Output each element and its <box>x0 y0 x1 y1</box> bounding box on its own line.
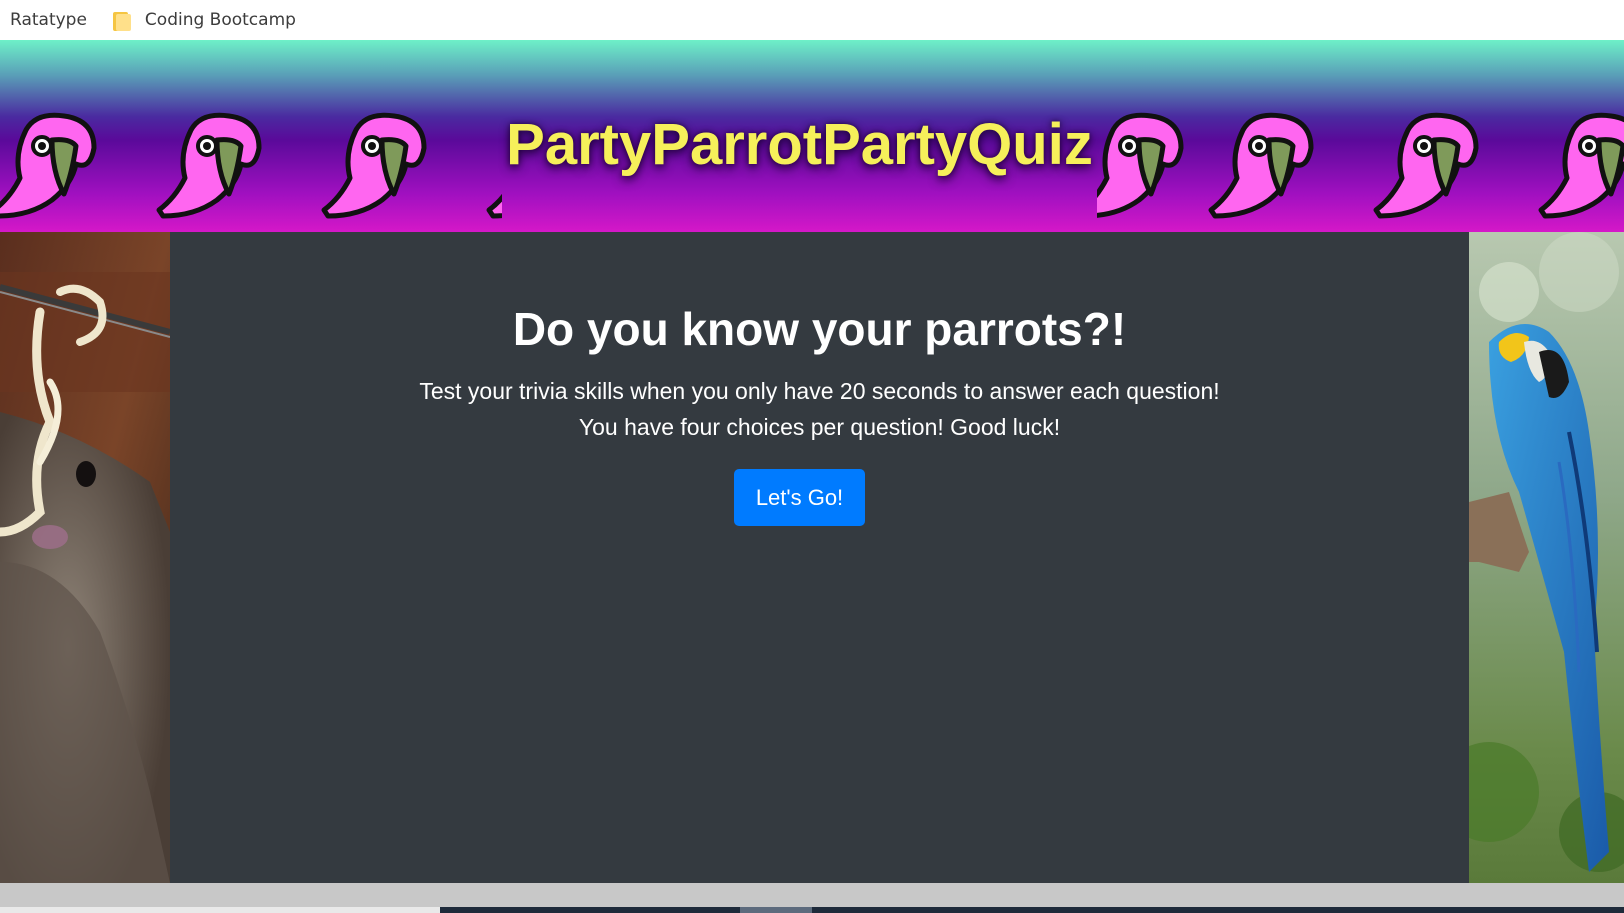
site-header: PartyParrotPartyQuiz <box>0 40 1624 232</box>
browser-viewport: Ratatype Coding Bootcamp PartyParrotPart… <box>0 0 1624 913</box>
parrot-icon <box>1097 115 1181 216</box>
folder-icon <box>112 10 131 31</box>
taskbar-strip <box>440 907 1624 913</box>
intro-heading: Do you know your parrots?! <box>512 303 1127 355</box>
bookmark-label: Ratatype <box>10 10 87 30</box>
parrot-icon <box>159 115 259 216</box>
party-parrot-banner-right <box>1097 112 1624 224</box>
main-area: Do you know your parrots?! Test your tri… <box>0 232 1624 883</box>
taskbar-active-item[interactable] <box>740 907 812 913</box>
parrot-icon <box>324 115 424 216</box>
parrot-icon <box>1541 115 1624 216</box>
intro-description-line-1: Test your trivia skills when you only ha… <box>419 378 1220 404</box>
bookmark-ratatype[interactable]: Ratatype <box>10 6 87 34</box>
blue-macaw-photo <box>1469 232 1624 883</box>
bookmark-label: Coding Bootcamp <box>144 10 296 30</box>
parrot-banner-right-graphic <box>1097 112 1624 224</box>
header-title-area: PartyParrotPartyQuiz <box>502 40 1097 232</box>
party-parrot-banner-left <box>0 112 502 224</box>
bookmarks-bar: Ratatype Coding Bootcamp <box>0 0 1624 40</box>
parrot-icon <box>1211 115 1311 216</box>
bird-eating-noodle-photo <box>0 232 170 883</box>
bookmark-coding-bootcamp[interactable]: Coding Bootcamp <box>112 6 296 34</box>
horizontal-scrollbar[interactable] <box>0 883 1624 913</box>
quiz-intro-panel: Do you know your parrots?! Test your tri… <box>170 232 1469 883</box>
parrot-icon <box>0 115 94 216</box>
intro-description-line-2: You have four choices per question! Good… <box>578 414 1061 440</box>
parrot-icon <box>1376 115 1476 216</box>
start-quiz-button[interactable]: Let's Go! <box>734 469 865 526</box>
scrollbar-track[interactable] <box>0 883 1624 907</box>
parrot-icon <box>489 115 502 216</box>
site-title: PartyParrotPartyQuiz <box>506 111 1093 177</box>
parrot-banner-left-graphic <box>0 112 502 224</box>
